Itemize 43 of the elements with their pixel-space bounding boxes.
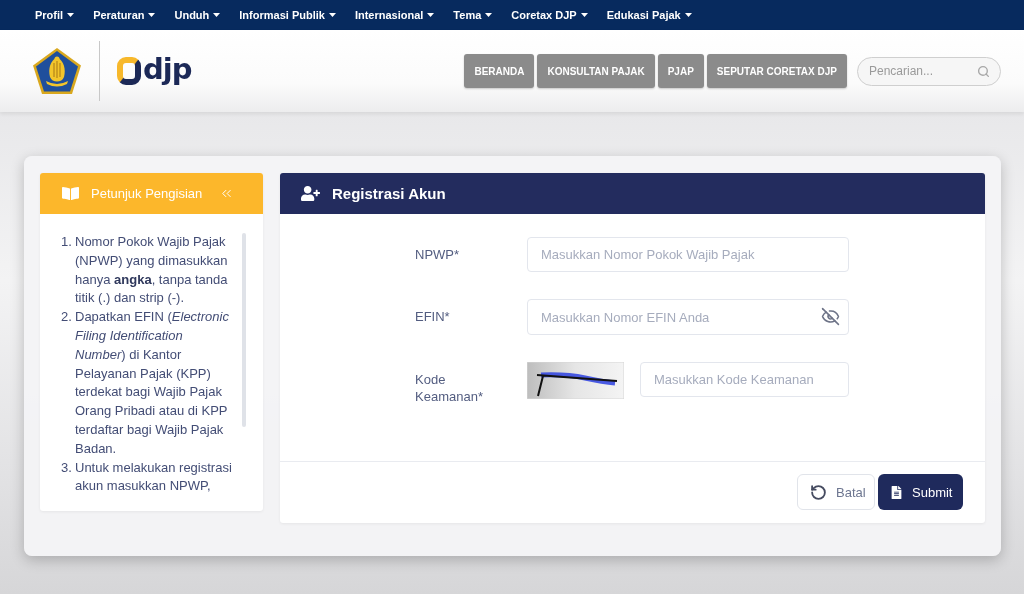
nav-menu-item[interactable]: Unduh (174, 9, 221, 21)
password-field[interactable]: Masukkan Nomor EFIN Anda (527, 299, 849, 335)
cancel-button[interactable]: Batal (797, 474, 875, 510)
caret-icon (485, 13, 493, 17)
caret-icon (580, 13, 588, 17)
search-field[interactable]: Pencarian... (857, 56, 1001, 86)
field-label: NPWP* (415, 246, 461, 263)
caret-icon (213, 13, 221, 17)
text-field[interactable]: Masukkan Nomor Pokok Wajib Pajak (527, 237, 849, 272)
scrollbar[interactable] (242, 233, 246, 427)
submit-button[interactable]: Submit (878, 474, 963, 510)
list-number: 3. (61, 458, 73, 477)
field-label: EFIN* (415, 308, 451, 325)
panel-title: Petunjuk Pengisian (91, 186, 203, 201)
search-icon (977, 64, 990, 78)
caret-icon (328, 13, 336, 17)
nav-menu-item[interactable]: Peraturan (93, 9, 156, 21)
undo-icon (810, 483, 827, 501)
nav-menu-item[interactable]: Edukasi Pajak (606, 9, 692, 21)
book-icon (62, 185, 79, 202)
caret-icon (684, 13, 692, 17)
nav-menu-item[interactable]: Tema (453, 9, 493, 21)
square-ring-logo-icon (117, 57, 141, 85)
logo-text: djp (143, 54, 192, 88)
user-plus-icon (301, 184, 320, 203)
nav-menu-item[interactable]: Profil (35, 9, 75, 21)
document-icon (890, 485, 903, 499)
caret-icon (148, 13, 156, 17)
captcha-field[interactable]: Masukkan Kode Keamanan (640, 362, 849, 397)
field-label: Kode Keamanan* (415, 371, 484, 405)
list-number: 2. (61, 308, 73, 327)
nav-menu-item[interactable]: Coretax DJP (511, 9, 588, 21)
list-number: 1. (61, 233, 73, 251)
eye-off-icon[interactable] (821, 307, 840, 326)
caret-icon (67, 13, 75, 17)
instruction-text: Dapatkan EFIN (Electronic Filing Identification Number) di Kantor Pelayanan Pajak (KPP) terdekat bagi Wajib Pajak Orang Pribadi atau di KPP terdaftar bagi Wajib Pajak Badan. (75, 308, 230, 458)
nav-menu-item[interactable]: Internasional (354, 9, 435, 21)
caret-icon (427, 13, 435, 17)
nav-menu-item[interactable]: Informasi Publik (239, 9, 336, 21)
panel-title: Registrasi Akun (332, 185, 446, 202)
instruction-text: Nomor Pokok Wajib Pajak (NPWP) yang dimasukkan hanya angka, tanpa tanda titik (.) dan strip (-). (75, 233, 229, 308)
instruction-text: Untuk melakukan registrasi akun masukkan NPWP, (75, 458, 233, 496)
emblem-icon (32, 47, 82, 95)
